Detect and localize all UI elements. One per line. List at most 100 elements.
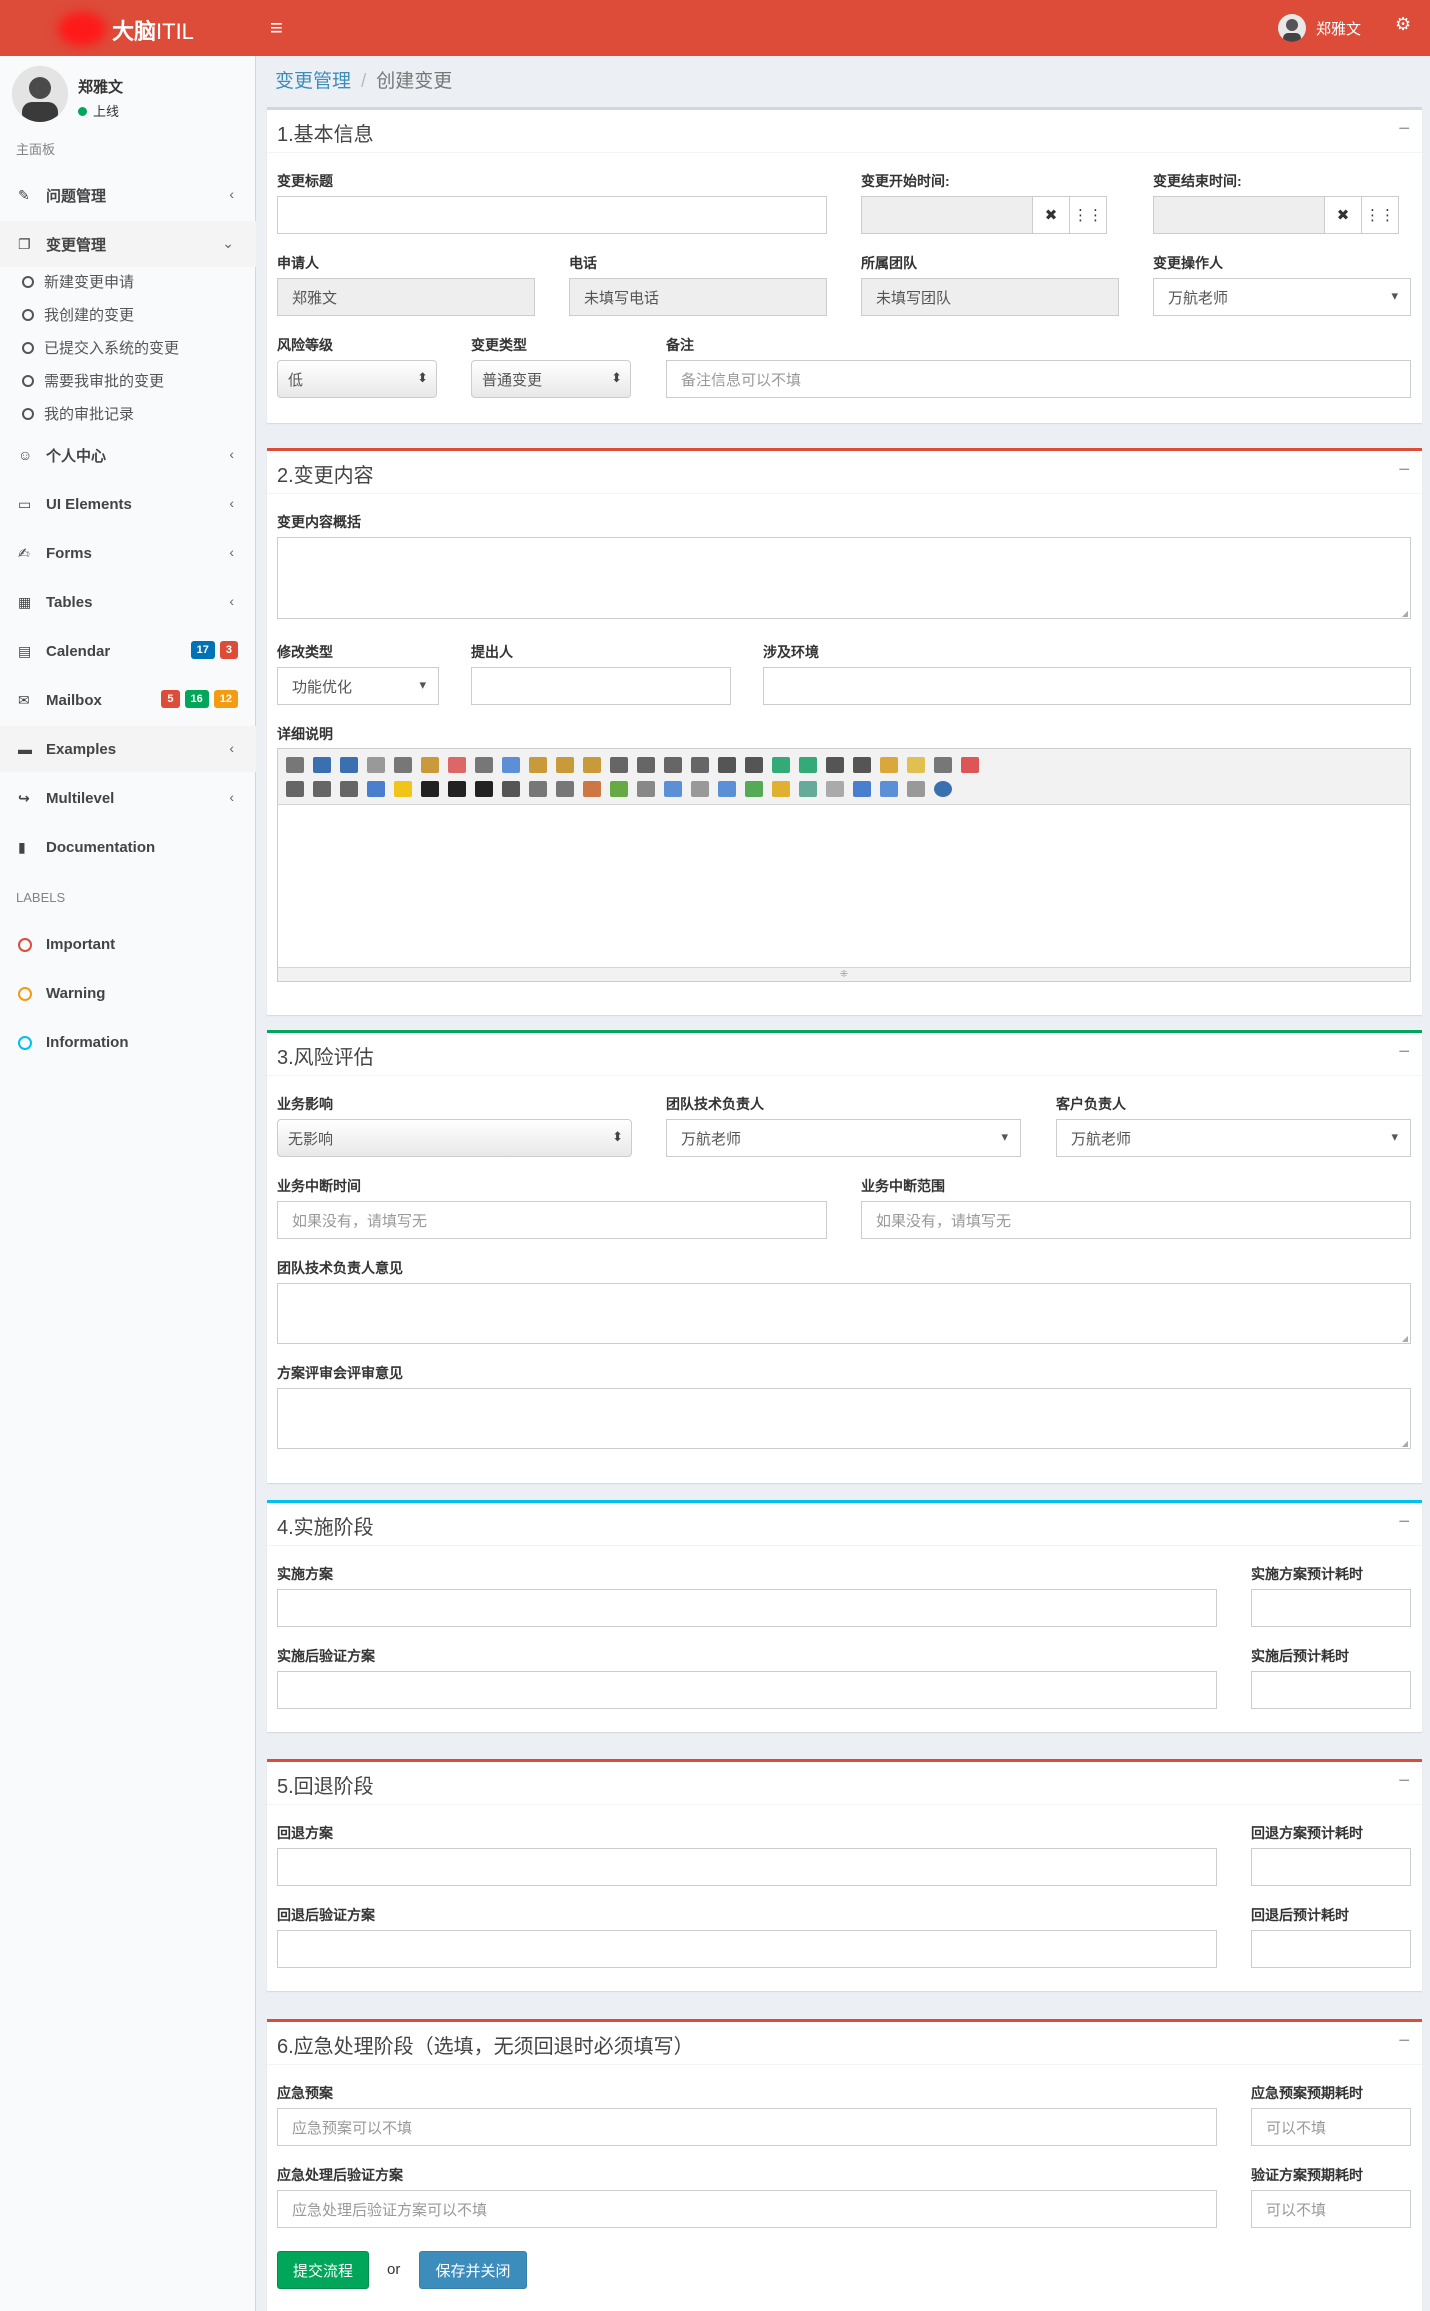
font-family-icon[interactable]: [313, 781, 331, 797]
clear-icon[interactable]: ✖: [1324, 196, 1362, 234]
align-center-icon[interactable]: [637, 757, 655, 773]
save-close-button[interactable]: 保存并关闭: [419, 2251, 527, 2289]
impl-verify-input[interactable]: [277, 1671, 1217, 1709]
anchor-icon[interactable]: [853, 781, 871, 797]
indent-icon[interactable]: [772, 757, 790, 773]
bold-icon[interactable]: [421, 781, 439, 797]
start-time-input[interactable]: [861, 196, 1033, 234]
unlink-icon[interactable]: [907, 781, 925, 797]
font-size-icon[interactable]: [340, 781, 358, 797]
collapse-icon[interactable]: −: [1398, 1770, 1410, 1793]
fullscreen-icon[interactable]: [961, 757, 979, 773]
collapse-icon[interactable]: −: [1398, 2030, 1410, 2053]
top-user-name[interactable]: 郑雅文: [1316, 18, 1361, 39]
applicant-input[interactable]: 郑雅文: [277, 278, 535, 316]
clear-format-icon[interactable]: [880, 757, 898, 773]
lead-opinion-textarea[interactable]: [277, 1283, 1411, 1344]
clear-icon[interactable]: ✖: [1032, 196, 1070, 234]
user-avatar[interactable]: [1278, 14, 1306, 42]
summary-textarea[interactable]: [277, 537, 1411, 619]
paste-icon[interactable]: [529, 757, 547, 773]
sidebar-item-examples[interactable]: ▬ Examples ‹: [0, 726, 256, 772]
impl-plan-time-input[interactable]: [1251, 1589, 1411, 1627]
superscript-icon[interactable]: [853, 757, 871, 773]
label-important[interactable]: Important: [18, 936, 115, 953]
copy-icon[interactable]: [502, 757, 520, 773]
link-icon[interactable]: [880, 781, 898, 797]
submenu-my-created[interactable]: 我创建的变更: [22, 304, 134, 325]
hr-icon[interactable]: [745, 781, 763, 797]
flash-icon[interactable]: [664, 781, 682, 797]
paste-word-icon[interactable]: [583, 757, 601, 773]
align-right-icon[interactable]: [664, 757, 682, 773]
change-title-input[interactable]: [277, 196, 827, 234]
proposer-input[interactable]: [471, 667, 731, 705]
sidebar-item-multilevel[interactable]: ↪ Multilevel ‹: [0, 775, 256, 821]
submenu-approve-records[interactable]: 我的审批记录: [22, 403, 134, 424]
undo-icon[interactable]: [313, 757, 331, 773]
source-icon[interactable]: [286, 757, 304, 773]
sidebar-item-tables[interactable]: ▦ Tables ‹: [0, 579, 256, 625]
remark-input[interactable]: 备注信息可以不填: [666, 360, 1411, 398]
format-painter-icon[interactable]: [907, 757, 925, 773]
emergency-verify-input[interactable]: 应急处理后验证方案可以不填: [277, 2190, 1217, 2228]
redo-icon[interactable]: [340, 757, 358, 773]
font-color-icon[interactable]: [367, 781, 385, 797]
emoticon-icon[interactable]: [772, 781, 790, 797]
sidebar-item-forms[interactable]: ✍ Forms ‹: [0, 530, 256, 576]
end-time-input[interactable]: [1153, 196, 1325, 234]
collapse-icon[interactable]: −: [1398, 118, 1410, 141]
submit-process-button[interactable]: 提交流程: [277, 2251, 369, 2289]
template-icon[interactable]: [421, 757, 439, 773]
emergency-plan-input[interactable]: 应急预案可以不填: [277, 2108, 1217, 2146]
collapse-icon[interactable]: −: [1398, 1041, 1410, 1064]
table-icon[interactable]: [718, 781, 736, 797]
align-left-icon[interactable]: [610, 757, 628, 773]
align-justify-icon[interactable]: [691, 757, 709, 773]
strikethrough-icon[interactable]: [502, 781, 520, 797]
bars-icon[interactable]: ≡: [270, 15, 283, 41]
team-input[interactable]: 未填写团队: [861, 278, 1119, 316]
sidebar-item-documentation[interactable]: ▮ Documentation: [0, 824, 256, 870]
sidebar-item-mailbox[interactable]: ✉ Mailbox 5 16 12: [0, 677, 256, 723]
risk-select[interactable]: 低: [277, 360, 437, 398]
preview-icon[interactable]: [367, 757, 385, 773]
submenu-need-approve[interactable]: 需要我审批的变更: [22, 370, 164, 391]
rollback-plan-input[interactable]: [277, 1848, 1217, 1886]
label-warning[interactable]: Warning: [18, 985, 105, 1002]
gears-icon[interactable]: ⚙: [1395, 14, 1411, 35]
operator-select[interactable]: 万航老师: [1153, 278, 1411, 316]
tech-lead-select[interactable]: 万航老师: [666, 1119, 1021, 1157]
subscript-icon[interactable]: [826, 757, 844, 773]
code-icon[interactable]: [448, 757, 466, 773]
remove-format-icon[interactable]: [556, 781, 574, 797]
page-break-icon[interactable]: [826, 781, 844, 797]
cut-icon[interactable]: [475, 757, 493, 773]
emergency-plan-time-input[interactable]: 可以不填: [1251, 2108, 1411, 2146]
select-all-icon[interactable]: [934, 757, 952, 773]
interrupt-time-input[interactable]: 如果没有，请填写无: [277, 1201, 827, 1239]
editor-resize-handle[interactable]: ⁜: [278, 967, 1410, 981]
rich-text-editor[interactable]: ⁜: [277, 748, 1411, 982]
sidebar-item-problem[interactable]: ✎ 问题管理 ‹: [0, 172, 256, 218]
attachment-icon[interactable]: [691, 781, 709, 797]
rollback-plan-time-input[interactable]: [1251, 1848, 1411, 1886]
grid-icon[interactable]: ⋮⋮: [1069, 196, 1107, 234]
highlight-icon[interactable]: [394, 781, 412, 797]
emergency-verify-time-input[interactable]: 可以不填: [1251, 2190, 1411, 2228]
help-icon[interactable]: [934, 781, 952, 797]
grid-icon[interactable]: ⋮⋮: [1361, 196, 1399, 234]
baidu-map-icon[interactable]: [799, 781, 817, 797]
change-type-select[interactable]: 普通变更: [471, 360, 631, 398]
image-icon[interactable]: [583, 781, 601, 797]
sidebar-item-calendar[interactable]: ▤ Calendar 17 3: [0, 628, 256, 674]
business-impact-select[interactable]: 无影响: [277, 1119, 632, 1157]
impl-plan-input[interactable]: [277, 1589, 1217, 1627]
submenu-submitted[interactable]: 已提交入系统的变更: [22, 337, 179, 358]
underline-icon[interactable]: [475, 781, 493, 797]
modify-type-select[interactable]: 功能优化: [277, 667, 439, 705]
ordered-list-icon[interactable]: [718, 757, 736, 773]
multi-image-icon[interactable]: [610, 781, 628, 797]
sidebar-item-personal[interactable]: ☺ 个人中心 ‹: [0, 432, 256, 478]
submenu-new-change[interactable]: 新建变更申请: [22, 271, 134, 292]
